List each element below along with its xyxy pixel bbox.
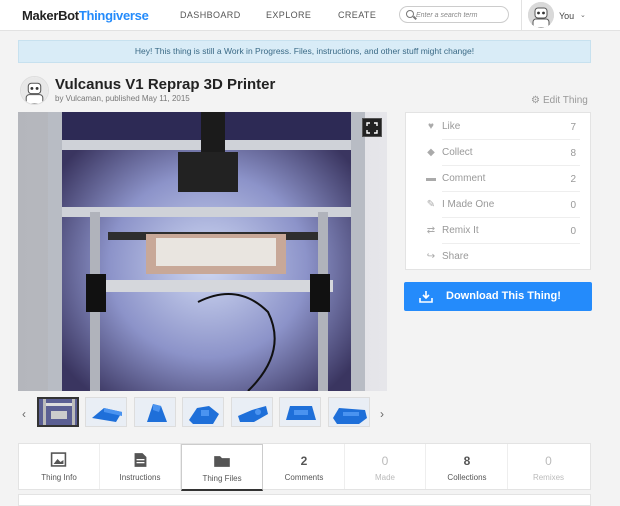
comment-icon: ▬ — [426, 173, 436, 184]
tab-label: Remixes — [532, 473, 565, 482]
tab-made[interactable]: 0 Made — [345, 444, 426, 489]
nav-create[interactable]: CREATE — [338, 10, 376, 20]
user-label[interactable]: You — [559, 11, 574, 21]
download-button[interactable]: Download This Thing! — [404, 282, 592, 311]
creator-avatar[interactable] — [20, 76, 49, 105]
gallery-next-button[interactable]: › — [376, 405, 388, 423]
like-count: 7 — [570, 122, 576, 133]
tab-count: 0 — [381, 454, 389, 468]
chevron-down-icon[interactable]: ⌄ — [580, 11, 586, 19]
tab-label: Comments — [284, 473, 324, 482]
like-label: Like — [442, 121, 461, 132]
edit-thing-label: Edit Thing — [542, 95, 588, 106]
document-icon — [134, 453, 147, 467]
gallery-thumb[interactable] — [37, 397, 79, 427]
makerbot-thingiverse-logo[interactable]: MakerBotThingiverse — [22, 8, 149, 23]
search-box — [399, 6, 509, 23]
work-in-progress-banner: Hey! This thing is still a Work in Progr… — [18, 40, 591, 63]
remix-it-count: 0 — [570, 226, 576, 237]
gallery-thumb[interactable] — [231, 397, 273, 427]
shuffle-icon: ⇄ — [426, 225, 436, 236]
collect-action[interactable]: ◆ Collect 8 — [406, 140, 592, 166]
printer-thumb-image — [39, 399, 77, 425]
blue-part-thumb-image — [329, 398, 369, 426]
user-avatar[interactable] — [528, 2, 554, 28]
tab-count: 2 — [300, 454, 308, 468]
expand-icon — [366, 122, 378, 134]
collect-count: 8 — [570, 148, 576, 159]
download-icon — [419, 291, 433, 303]
blue-part-thumb-image — [232, 398, 272, 426]
gallery-thumb[interactable] — [328, 397, 370, 427]
tab-thing-info[interactable]: Thing Info — [19, 444, 100, 489]
heart-icon: ♥ — [428, 121, 434, 132]
search-input[interactable] — [416, 9, 506, 21]
tab-label: Thing Info — [41, 473, 77, 482]
blue-part-thumb-image — [135, 398, 175, 426]
tab-label: Collections — [447, 473, 487, 482]
gallery-thumb[interactable] — [182, 397, 224, 427]
share-icon: ↪ — [426, 251, 436, 262]
blue-part-thumb-image — [183, 398, 223, 426]
gallery-thumb[interactable] — [85, 397, 127, 427]
robot-avatar-icon — [21, 77, 48, 104]
tag-icon: ◆ — [427, 147, 435, 158]
gallery-prev-button[interactable]: ‹ — [18, 405, 30, 423]
comment-count: 2 — [570, 174, 576, 185]
search-icon — [406, 10, 414, 18]
logo-thingiverse-text: Thingiverse — [78, 8, 149, 23]
tab-count: 0 — [545, 454, 552, 468]
tab-thing-files[interactable]: Thing Files — [181, 444, 263, 491]
content-panel-edge — [18, 494, 591, 506]
printer-photo-image — [18, 112, 387, 391]
gallery-thumb[interactable] — [279, 397, 321, 427]
nav-explore[interactable]: EXPLORE — [266, 10, 311, 20]
i-made-one-count: 0 — [570, 200, 576, 211]
folder-icon — [214, 456, 230, 467]
blue-part-thumb-image — [280, 398, 320, 426]
user-menu[interactable]: You ⌄ — [521, 0, 620, 31]
remix-it-action[interactable]: ⇄ Remix It 0 — [406, 218, 592, 244]
tab-label: Made — [374, 473, 395, 482]
page-title: Vulcanus V1 Reprap 3D Printer — [55, 76, 276, 93]
tab-label: Thing Files — [202, 474, 242, 483]
remix-it-label: Remix It — [442, 225, 479, 236]
pencil-square-icon: ✎ — [426, 199, 436, 210]
tab-collections[interactable]: 8 Collections — [427, 444, 508, 489]
thing-actions-panel: ♥ Like 7 ◆ Collect 8 ▬ Comment 2 ✎ I Mad… — [405, 112, 591, 270]
edit-thing-link[interactable]: ⚙ Edit Thing — [531, 95, 588, 106]
tab-comments[interactable]: 2 Comments — [264, 444, 345, 489]
collect-label: Collect — [442, 147, 473, 158]
i-made-one-label: I Made One — [442, 199, 495, 210]
comment-action[interactable]: ▬ Comment 2 — [406, 166, 592, 192]
thing-tabs: Thing Info Instructions Thing Files 2 Co… — [18, 443, 591, 491]
nav-dashboard[interactable]: DASHBOARD — [180, 10, 241, 20]
expand-photo-button[interactable] — [362, 118, 382, 137]
like-action[interactable]: ♥ Like 7 — [406, 114, 592, 140]
share-label: Share — [442, 251, 469, 262]
gallery-thumb[interactable] — [134, 397, 176, 427]
gear-icon: ⚙ — [531, 95, 540, 106]
comment-label: Comment — [442, 173, 486, 184]
download-label: Download This Thing! — [446, 290, 561, 302]
image-icon — [50, 452, 67, 467]
i-made-one-action[interactable]: ✎ I Made One 0 — [406, 192, 592, 218]
tab-instructions[interactable]: Instructions — [100, 444, 181, 489]
tab-remixes[interactable]: 0 Remixes — [508, 444, 589, 489]
logo-makerbot-text: MakerBot — [22, 8, 79, 23]
blue-part-thumb-image — [86, 398, 126, 426]
tab-count: 8 — [463, 454, 471, 468]
main-photo[interactable] — [18, 112, 387, 391]
robot-avatar-icon — [528, 2, 554, 28]
top-navbar: MakerBotThingiverse DASHBOARD EXPLORE CR… — [0, 0, 620, 31]
share-action[interactable]: ↪ Share — [406, 244, 592, 270]
tab-label: Instructions — [119, 473, 161, 482]
thing-byline: by Vulcaman, published May 11, 2015 — [55, 94, 190, 103]
